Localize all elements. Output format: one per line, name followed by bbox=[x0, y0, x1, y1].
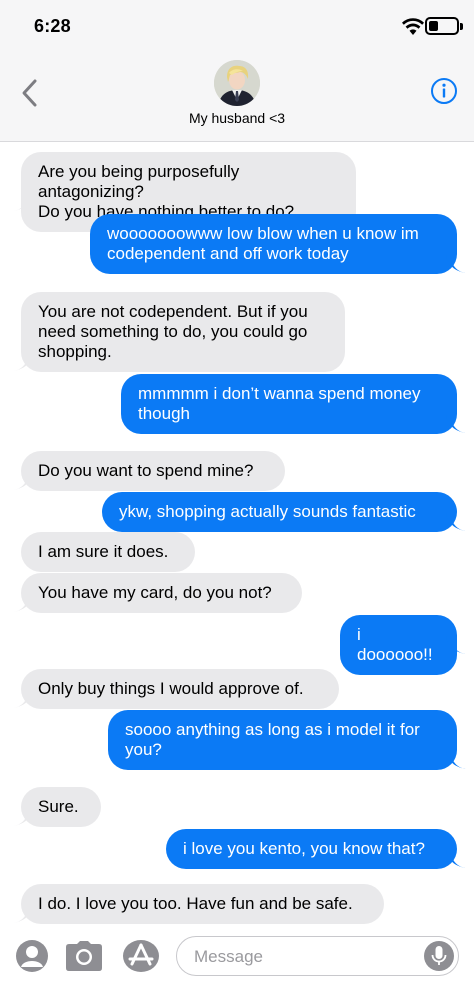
bubble-tail bbox=[446, 415, 466, 433]
info-circle-icon[interactable] bbox=[430, 77, 458, 105]
bubble-tail bbox=[446, 751, 466, 769]
bubble-tail bbox=[446, 636, 466, 654]
status-bar: 6:28 bbox=[0, 0, 474, 52]
bubble-tail bbox=[13, 905, 33, 923]
message-bubble-outgoing[interactable]: mmmmm i don’t wanna spend money though bbox=[121, 374, 457, 434]
message-bubble-outgoing[interactable]: wooooooowww low blow when u know im code… bbox=[90, 214, 457, 274]
bubble-tail bbox=[13, 808, 33, 826]
message-thread[interactable]: Are you being purposefully antagonizing?… bbox=[0, 143, 474, 927]
message-bubble-outgoing[interactable]: ykw, shopping actually sounds fantastic bbox=[102, 492, 457, 532]
message-bubble-incoming[interactable]: You are not codependent. But if you need… bbox=[21, 292, 345, 372]
bubble-tail bbox=[13, 594, 33, 612]
bubble-tail bbox=[446, 850, 466, 868]
battery-cap bbox=[460, 23, 463, 30]
status-time: 6:28 bbox=[34, 16, 71, 36]
memoji-icon[interactable] bbox=[15, 939, 49, 973]
message-bubble-outgoing[interactable]: soooo anything as long as i model it for… bbox=[108, 710, 457, 770]
compose-bar: Message bbox=[0, 927, 474, 999]
bubble-tail bbox=[13, 353, 33, 371]
message-bubble-incoming[interactable]: Only buy things I would approve of. bbox=[21, 669, 339, 709]
message-bubble-incoming[interactable]: Do you want to spend mine? bbox=[21, 451, 285, 491]
chevron-left-icon[interactable] bbox=[16, 76, 46, 110]
message-bubble-incoming[interactable]: Sure. bbox=[21, 787, 101, 827]
bubble-tail bbox=[446, 255, 466, 273]
message-input[interactable]: Message bbox=[176, 936, 459, 976]
bubble-tail bbox=[13, 472, 33, 490]
message-bubble-incoming[interactable]: I do. I love you too. Have fun and be sa… bbox=[21, 884, 384, 924]
battery-level bbox=[429, 21, 438, 31]
message-bubble-outgoing[interactable]: i doooooo!! bbox=[340, 615, 457, 675]
wifi-icon bbox=[402, 18, 424, 35]
microphone-icon[interactable] bbox=[424, 941, 454, 971]
bubble-tail bbox=[13, 690, 33, 708]
bubble-tail bbox=[13, 193, 33, 211]
contact-name[interactable]: My husband <3 bbox=[0, 110, 474, 126]
avatar[interactable] bbox=[214, 60, 260, 106]
message-bubble-outgoing[interactable]: i love you kento, you know that? bbox=[166, 829, 457, 869]
bubble-tail bbox=[446, 513, 466, 531]
battery-icon bbox=[425, 17, 459, 35]
app-store-icon[interactable] bbox=[122, 939, 160, 973]
conversation-header: My husband <3 bbox=[0, 52, 474, 142]
avatar-image bbox=[214, 60, 260, 106]
camera-icon[interactable] bbox=[66, 941, 102, 971]
message-placeholder: Message bbox=[194, 947, 263, 966]
message-bubble-incoming[interactable]: I am sure it does. bbox=[21, 532, 195, 572]
message-bubble-incoming[interactable]: You have my card, do you not? bbox=[21, 573, 302, 613]
